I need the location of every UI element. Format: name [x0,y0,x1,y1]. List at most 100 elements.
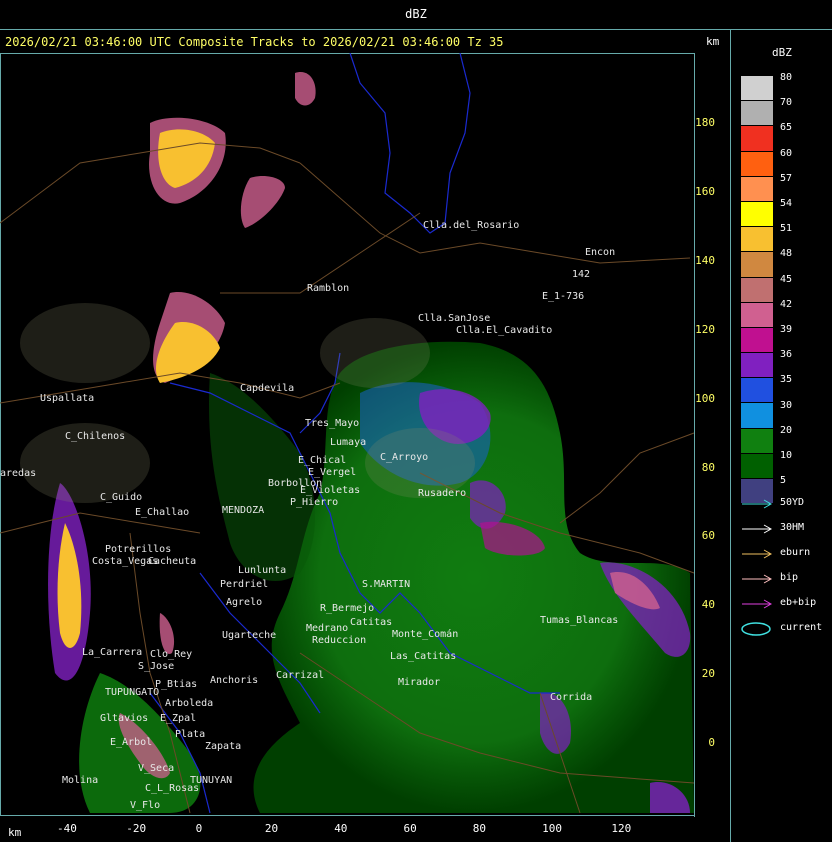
place-label: Las_Catitas [390,651,456,662]
place-label: E_1-736 [542,291,584,302]
place-label: Perdriel [220,579,268,590]
scale-label-48: 48 [780,248,793,260]
scale-swatch-70 [741,101,773,127]
legend-divider [730,30,731,842]
scale-label-45: 45 [780,273,793,285]
x-tick-label: 80 [472,822,487,835]
scale-label-57: 57 [780,172,793,184]
scale-swatch-42 [741,302,773,328]
y-tick-label: 20 [701,667,715,681]
place-label: E_Chical [298,455,346,466]
y-axis-ticks: 180 160 140 120 100 80 60 40 20 0 [680,53,715,817]
place-label: Monte_Comán [392,628,458,640]
place-label: 142 [572,269,590,280]
place-label: C_L_Rosas [145,783,199,794]
y-tick-label: 100 [695,391,715,405]
y-tick-label: 60 [701,529,715,543]
scale-label-80: 80 [780,72,793,83]
place-label: E_Violetas [300,485,360,496]
place-label: Potrerillos [105,544,171,555]
scale-swatch-80 [741,76,773,102]
place-label: E_Challao [135,507,189,518]
header-timestamp: 2026/02/21 03:46:00 UTC Composite Tracks… [5,35,504,49]
place-label: Arboleda [165,698,213,709]
track-arrow-icon [742,524,773,534]
scale-swatch-57 [741,176,773,202]
x-axis-unit-label: km [8,826,22,839]
dbz-color-scale [741,76,773,505]
track-legend-label: eb+bip [780,597,817,608]
x-tick-label: 20 [264,822,279,835]
place-label: P_Btias [155,679,197,690]
y-axis-unit-label: km [706,35,720,48]
scale-swatch-30 [741,403,773,429]
track-arrow-icon [742,599,773,609]
place-label: MENDOZA [222,505,264,516]
scale-swatch-48 [741,252,773,278]
scale-label-65: 65 [780,122,793,134]
place-label: E_Zpal [160,713,196,724]
place-label: Zapata [205,741,241,752]
track-legend-item: bip [740,572,830,586]
place-label: Agrelo [226,597,262,608]
legend-title: dBZ [772,46,792,59]
scale-swatch-39 [741,327,773,354]
place-label: La_Carrera [82,647,142,658]
scale-swatch-60 [741,151,773,177]
place-label: P_Hierro [290,497,338,508]
track-arrow-icon [742,549,773,559]
place-label: Reduccion [312,635,366,646]
place-label: Clla.SanJose [418,313,490,324]
place-label: Ugarteche [222,630,276,641]
place-label: Gltavios [100,713,148,724]
place-label: Anchoris [210,675,258,686]
y-tick-label: 140 [695,253,715,267]
y-tick-label: 160 [695,184,715,198]
x-axis-ticks: -40 -20 0 20 40 60 80 100 120 [0,822,700,838]
place-label: Mirador [398,677,440,688]
place-label: C_Arroyo [380,452,428,463]
scale-label-39: 39 [780,324,793,335]
scale-label-54: 54 [780,198,793,209]
place-label: S.MARTIN [362,579,410,590]
x-tick-label: 40 [334,822,348,835]
window-title-bar: dBZ [0,0,832,30]
place-label: V_Seca [138,763,174,774]
scale-label-30: 30 [780,399,793,411]
scale-swatch-35 [741,378,773,404]
place-label: Lumaya [330,437,366,448]
current-ellipse-icon [741,622,771,636]
track-arrow-icon [742,574,773,584]
place-label: aredas [0,468,36,479]
window-title: dBZ [405,7,427,21]
place-label: Corrida [550,692,592,703]
x-tick-label: 100 [542,822,562,835]
place-label: TUPUNGATO [105,687,159,698]
scale-label-20: 20 [780,424,793,436]
scale-swatch-10 [741,453,773,479]
scale-swatch-36 [741,353,773,379]
track-legend-label: eburn [780,547,811,558]
place-label: Medrano [306,623,348,634]
track-legend-item: 30HM [740,522,830,536]
place-label: Rusadero [418,488,466,499]
track-legend-label: current [780,622,823,633]
y-tick-label: 0 [708,736,715,750]
x-tick-label: 120 [611,822,632,835]
place-label: Encon [585,247,615,258]
y-tick-label: 80 [701,460,715,474]
radar-map[interactable]: Clla.del_Rosario Encon 142 E_1-736 Ramblon Cl… [0,53,697,817]
scale-label-60: 60 [780,147,793,159]
scale-swatch-20 [741,428,773,454]
x-tick-label: 60 [403,822,417,835]
x-tick-label: 0 [195,822,203,835]
scale-label-36: 36 [780,349,793,361]
place-label: Molina [62,775,98,786]
place-label: Cacheuta [148,556,196,567]
place-label: Uspallata [40,393,94,404]
track-arrow-icon [742,499,773,509]
place-label: Capdevila [240,383,294,394]
y-tick-label: 120 [695,322,715,336]
place-label: C_Guido [100,492,142,503]
track-legend-item: current [740,622,830,636]
